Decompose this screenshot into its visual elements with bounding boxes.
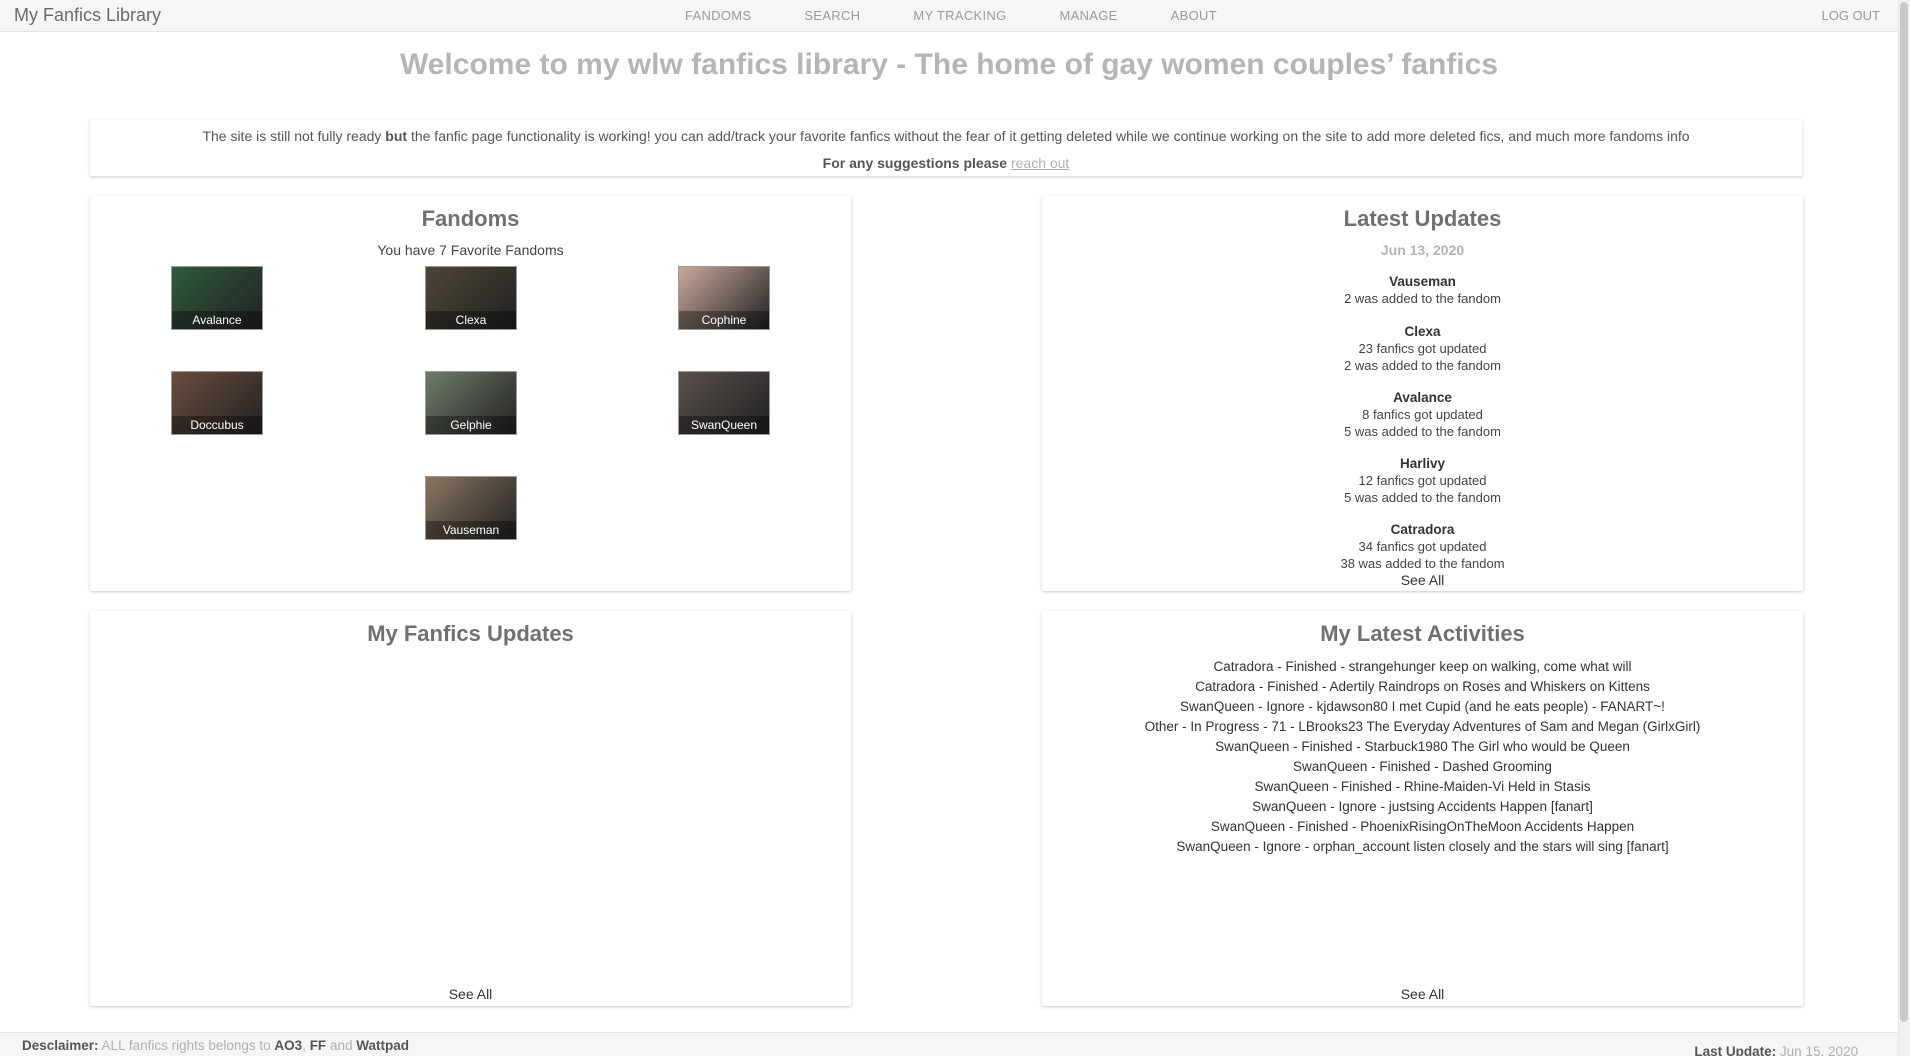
vertical-scrollbar[interactable] bbox=[1898, 0, 1910, 1056]
latest-updates-see-all[interactable]: See All bbox=[1042, 572, 1803, 588]
activity-item[interactable]: SwanQueen - Finished - Dashed Grooming bbox=[1042, 757, 1803, 777]
update-group: Catradora 34 fanfics got updated 38 was … bbox=[1042, 521, 1803, 572]
notice-line-1: The site is still not fully ready but th… bbox=[90, 128, 1802, 144]
reach-out-link[interactable]: reach out bbox=[1011, 155, 1069, 171]
notice-text-bold: but bbox=[385, 128, 408, 144]
update-fandom-name: Harlivy bbox=[1399, 456, 1446, 471]
fandom-tile-label: Cophine bbox=[679, 311, 769, 329]
update-line: 2 was added to the fandom bbox=[1344, 358, 1501, 373]
update-line: 5 was added to the fandom bbox=[1344, 424, 1501, 439]
disclaimer: Desclaimer: ALL fanfics rights belongs t… bbox=[22, 1038, 409, 1053]
nav-manage[interactable]: MANAGE bbox=[1060, 8, 1118, 23]
update-fandom-name: Vauseman bbox=[1389, 274, 1456, 289]
update-line: 12 fanfics got updated bbox=[1358, 473, 1487, 488]
fandom-tile-label: Clexa bbox=[426, 311, 516, 329]
notice-line-2: For any suggestions please reach out bbox=[90, 155, 1802, 171]
notice-banner: The site is still not fully ready but th… bbox=[90, 120, 1802, 176]
my-fanfics-updates-card: My Fanfics Updates See All bbox=[90, 611, 851, 1006]
scrollbar-thumb[interactable] bbox=[1900, 2, 1908, 1022]
fandom-tile-cophine[interactable]: Cophine bbox=[678, 266, 770, 330]
fandom-tile-gelphie[interactable]: Gelphie bbox=[425, 371, 517, 435]
disclaimer-text: ALL fanfics rights belongs to bbox=[98, 1038, 275, 1053]
suggestions-text: For any suggestions please bbox=[822, 155, 1011, 171]
wattpad-link[interactable]: Wattpad bbox=[356, 1038, 409, 1053]
update-line: 38 was added to the fandom bbox=[1340, 556, 1505, 571]
main-nav: FANDOMS SEARCH MY TRACKING MANAGE ABOUT bbox=[685, 8, 1270, 23]
update-line: 34 fanfics got updated bbox=[1358, 539, 1487, 554]
update-fandom-name: Clexa bbox=[1404, 324, 1441, 339]
last-update-value: Jun 15, 2020 bbox=[1779, 1044, 1858, 1056]
update-fandom-name: Catradora bbox=[1390, 522, 1455, 537]
update-group: Clexa 23 fanfics got updated 2 was added… bbox=[1042, 323, 1803, 374]
logout-link[interactable]: LOG OUT bbox=[1821, 8, 1880, 23]
latest-updates-card: Latest Updates Jun 13, 2020 Vauseman 2 w… bbox=[1042, 196, 1803, 591]
fandoms-card: Fandoms You have 7 Favorite Fandoms Aval… bbox=[90, 196, 851, 591]
my-latest-activities-see-all[interactable]: See All bbox=[1042, 986, 1803, 1002]
fandom-tile-label: Doccubus bbox=[172, 416, 262, 434]
activity-item[interactable]: SwanQueen - Ignore - orphan_account list… bbox=[1042, 837, 1803, 857]
fandom-tile-label: SwanQueen bbox=[679, 416, 769, 434]
activity-item[interactable]: SwanQueen - Finished - Rhine-Maiden-Vi H… bbox=[1042, 777, 1803, 797]
my-fanfics-updates-see-all[interactable]: See All bbox=[90, 986, 851, 1002]
my-latest-activities-card: My Latest Activities Catradora - Finishe… bbox=[1042, 611, 1803, 1006]
notice-text-c: the fanfic page functionality is working… bbox=[407, 128, 1690, 144]
page-title: Welcome to my wlw fanfics library - The … bbox=[399, 48, 1499, 81]
fandom-tile-clexa[interactable]: Clexa bbox=[425, 266, 517, 330]
update-group: Harlivy 12 fanfics got updated 5 was add… bbox=[1042, 455, 1803, 506]
fandom-tile-avalance[interactable]: Avalance bbox=[171, 266, 263, 330]
update-fandom-name: Avalance bbox=[1393, 390, 1452, 405]
my-fanfics-updates-title: My Fanfics Updates bbox=[367, 621, 574, 646]
activity-list: Catradora - Finished - strangehunger kee… bbox=[1042, 657, 1803, 857]
activity-item[interactable]: Catradora - Finished - strangehunger kee… bbox=[1042, 657, 1803, 677]
update-line: 23 fanfics got updated bbox=[1358, 341, 1487, 356]
nav-my-tracking[interactable]: MY TRACKING bbox=[913, 8, 1006, 23]
latest-updates-date: Jun 13, 2020 bbox=[1380, 242, 1465, 258]
update-group: Avalance 8 fanfics got updated 5 was add… bbox=[1042, 389, 1803, 440]
fandom-tile-label: Avalance bbox=[172, 311, 262, 329]
disclaimer-label: Desclaimer: bbox=[22, 1038, 99, 1053]
activity-item[interactable]: SwanQueen - Ignore - kjdawson80 I met Cu… bbox=[1042, 697, 1803, 717]
activity-item[interactable]: SwanQueen - Finished - PhoenixRisingOnTh… bbox=[1042, 817, 1803, 837]
fandom-tile-label: Gelphie bbox=[426, 416, 516, 434]
activity-item[interactable]: Catradora - Finished - Adertily Raindrop… bbox=[1042, 677, 1803, 697]
ao3-link[interactable]: AO3 bbox=[274, 1038, 302, 1053]
separator-text: , bbox=[302, 1038, 310, 1053]
fandom-tile-label: Vauseman bbox=[426, 521, 516, 539]
separator-text: and bbox=[326, 1038, 357, 1053]
notice-text-a: The site is still not fully ready bbox=[202, 128, 386, 144]
last-update-label: Last Update: bbox=[1694, 1044, 1780, 1056]
my-latest-activities-title: My Latest Activities bbox=[1320, 621, 1525, 646]
fandoms-subtitle: You have 7 Favorite Fandoms bbox=[377, 242, 564, 258]
footer: Desclaimer: ALL fanfics rights belongs t… bbox=[0, 1032, 1898, 1056]
fandom-tile-swanqueen[interactable]: SwanQueen bbox=[678, 371, 770, 435]
nav-about[interactable]: ABOUT bbox=[1171, 8, 1217, 23]
ff-link[interactable]: FF bbox=[310, 1038, 327, 1053]
update-line: 5 was added to the fandom bbox=[1344, 490, 1501, 505]
nav-fandoms[interactable]: FANDOMS bbox=[685, 8, 751, 23]
brand-link[interactable]: My Fanfics Library bbox=[14, 5, 161, 26]
activity-item[interactable]: SwanQueen - Finished - Starbuck1980 The … bbox=[1042, 737, 1803, 757]
update-line: 8 fanfics got updated bbox=[1362, 407, 1483, 422]
update-line: 2 was added to the fandom bbox=[1344, 291, 1501, 306]
update-group: Vauseman 2 was added to the fandom bbox=[1042, 273, 1803, 307]
activity-item[interactable]: SwanQueen - Ignore - justsing Accidents … bbox=[1042, 797, 1803, 817]
latest-updates-title: Latest Updates bbox=[1343, 206, 1502, 231]
fandoms-title: Fandoms bbox=[421, 206, 520, 231]
last-update: Last Update: Jun 15, 2020 bbox=[1694, 1044, 1858, 1056]
activity-item[interactable]: Other - In Progress - 71 - LBrooks23 The… bbox=[1042, 717, 1803, 737]
fandom-tile-doccubus[interactable]: Doccubus bbox=[171, 371, 263, 435]
nav-search[interactable]: SEARCH bbox=[804, 8, 860, 23]
fandom-tile-vauseman[interactable]: Vauseman bbox=[425, 476, 517, 540]
top-navbar: My Fanfics Library FANDOMS SEARCH MY TRA… bbox=[0, 0, 1898, 32]
